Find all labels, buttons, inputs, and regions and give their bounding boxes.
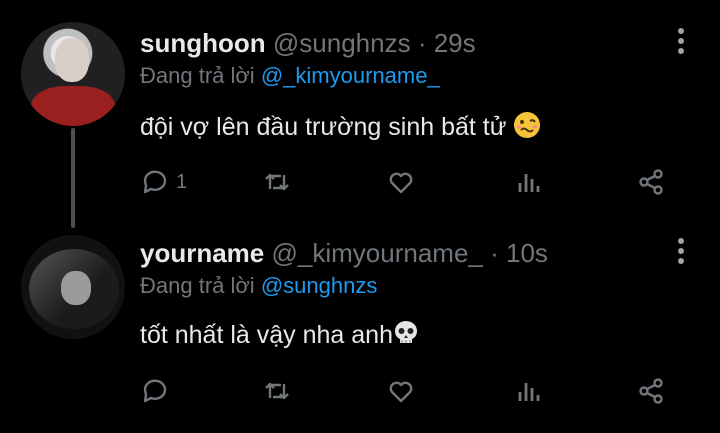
mention-link[interactable]: @sunghnzs — [261, 273, 378, 298]
reply-button[interactable] — [140, 373, 176, 409]
reply-button[interactable]: 1 — [140, 164, 187, 200]
tweet-header: sunghoon @sunghnzs · 29s — [140, 28, 476, 59]
reply-prefix: Đang trả lời — [140, 63, 255, 88]
views-button[interactable] — [514, 373, 544, 409]
like-button[interactable] — [386, 373, 416, 409]
share-icon — [639, 169, 663, 195]
avatar-face — [55, 38, 89, 82]
tweet-text-content: đội vợ lên đầu trường sinh bất tử — [140, 113, 507, 141]
reply-count: 1 — [176, 170, 188, 193]
handle[interactable]: @_kimyourname_ — [272, 238, 483, 268]
separator: · — [417, 28, 427, 58]
retweet-icon — [265, 173, 289, 191]
tweet-text: đội vợ lên đầu trường sinh bất tử — [140, 111, 541, 146]
avatar[interactable] — [21, 235, 125, 339]
tweet-actions: 1 — [140, 164, 680, 204]
avatar-face — [61, 271, 91, 305]
share-icon — [639, 378, 663, 404]
like-button[interactable] — [386, 164, 416, 200]
reply-icon — [143, 379, 167, 403]
replying-to: Đang trả lời @_kimyourname_ — [140, 63, 440, 89]
replying-to: Đang trả lời @sunghnzs — [140, 273, 377, 299]
views-icon — [518, 174, 540, 192]
share-button[interactable] — [636, 164, 666, 200]
skull-icon — [393, 319, 419, 354]
retweet-button[interactable] — [262, 373, 292, 409]
timestamp[interactable]: 10s — [506, 238, 548, 268]
reply-icon — [143, 170, 167, 194]
display-name[interactable]: yourname — [140, 238, 264, 268]
timestamp[interactable]: 29s — [434, 28, 476, 58]
separator: · — [490, 238, 499, 268]
avatar[interactable] — [21, 22, 125, 126]
tweet-text-content: tốt nhất là vậy nha anh — [140, 321, 393, 349]
heart-icon — [389, 172, 413, 194]
tweet-actions — [140, 373, 680, 413]
retweet-icon — [265, 382, 289, 400]
more-options-icon[interactable] — [678, 28, 684, 58]
reply-prefix: Đang trả lời — [140, 273, 255, 298]
mention-link[interactable]: @_kimyourname_ — [261, 63, 440, 88]
thread-line — [71, 128, 75, 228]
tweet-header: yourname @_kimyourname_ · 10s — [140, 238, 548, 269]
tweet[interactable]: sunghoon @sunghnzs · 29s Đang trả lời @_… — [0, 0, 720, 230]
display-name[interactable]: sunghoon — [140, 28, 266, 58]
tweet-text: tốt nhất là vậy nha anh — [140, 319, 419, 354]
heart-icon — [389, 381, 413, 403]
woozy-face-icon — [513, 111, 541, 146]
views-button[interactable] — [514, 164, 544, 200]
share-button[interactable] — [636, 373, 666, 409]
tweet[interactable]: yourname @_kimyourname_ · 10s Đang trả l… — [0, 230, 720, 433]
handle[interactable]: @sunghnzs — [273, 28, 411, 58]
retweet-button[interactable] — [262, 164, 292, 200]
more-options-icon[interactable] — [678, 238, 684, 268]
views-icon — [518, 383, 540, 401]
avatar-shirt — [31, 86, 115, 126]
